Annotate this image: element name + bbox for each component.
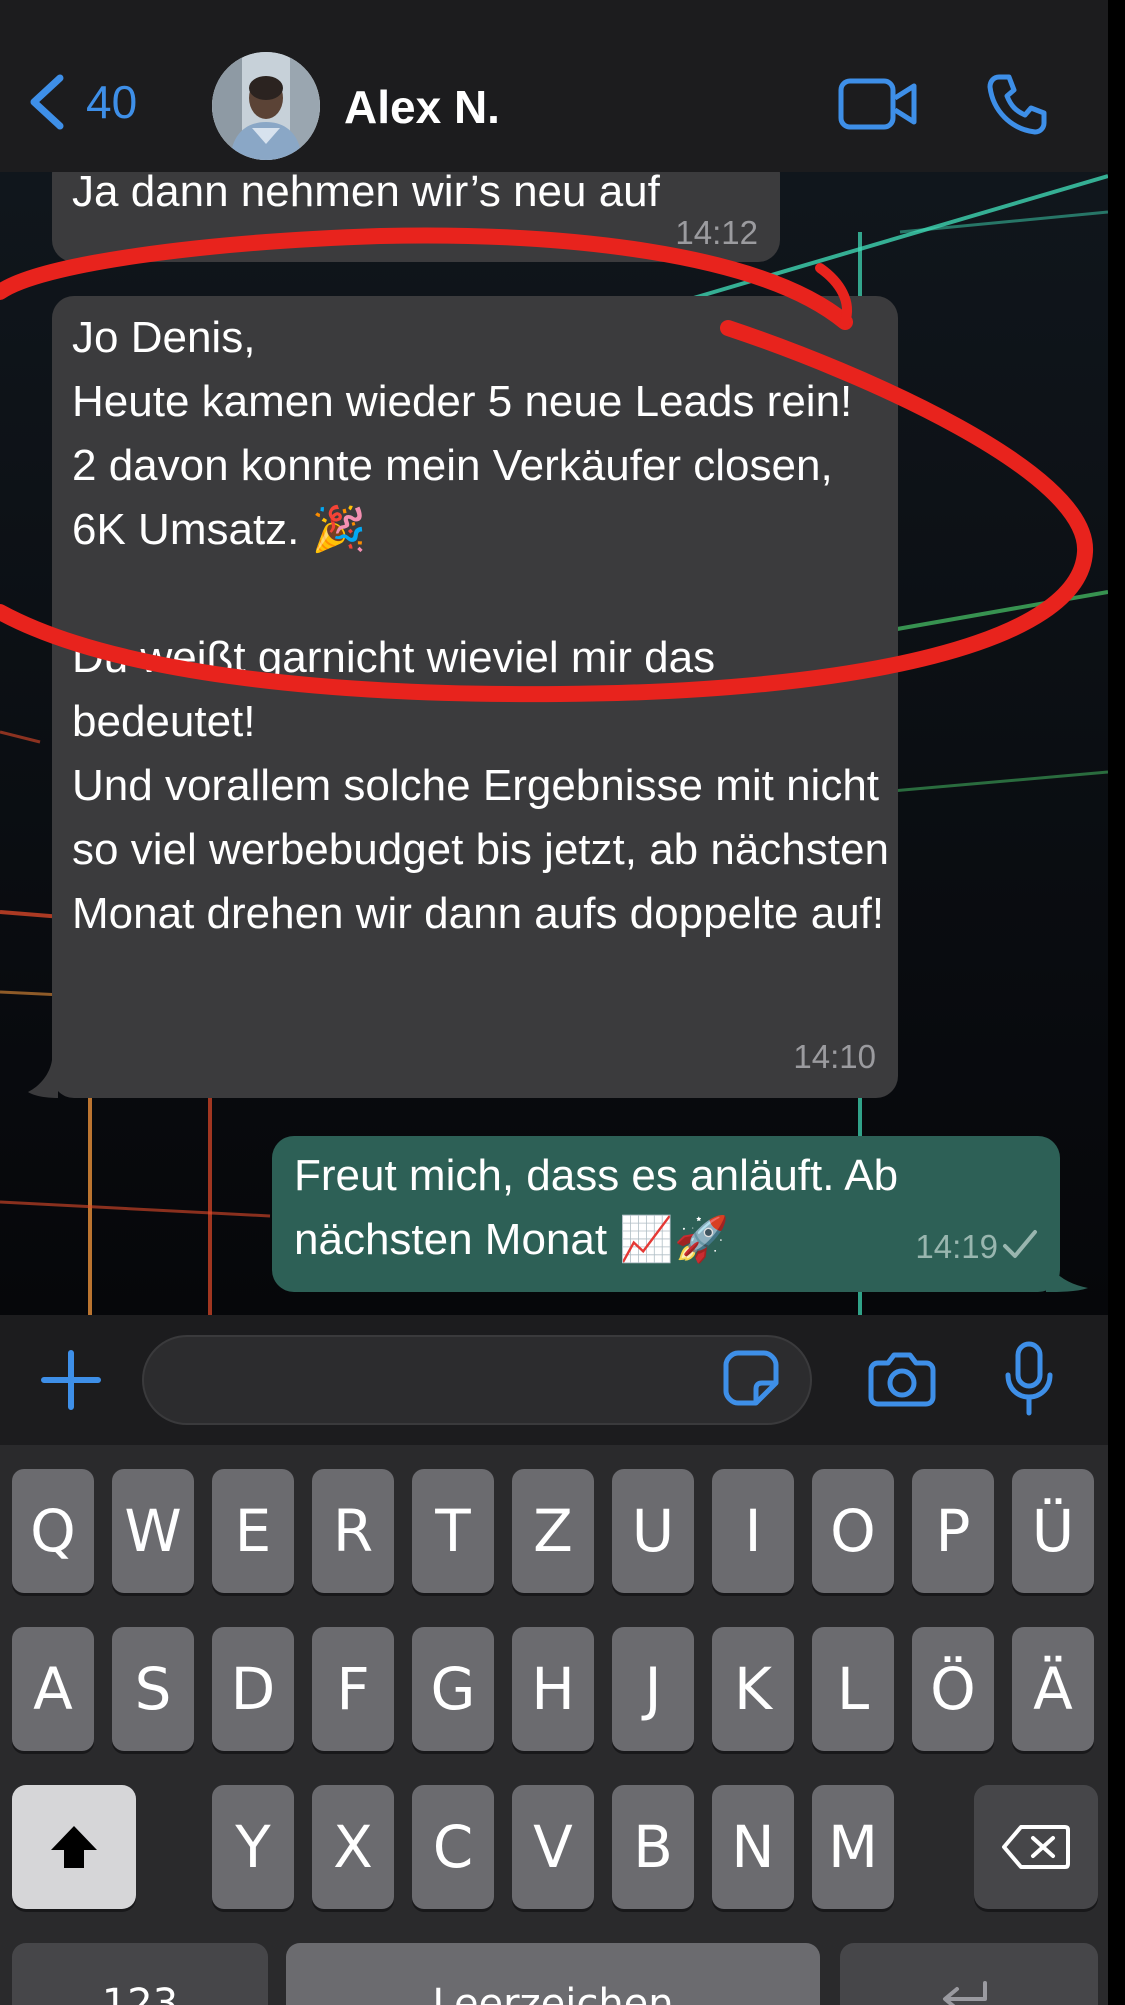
key-z[interactable]: Z xyxy=(512,1469,594,1593)
key-q[interactable]: Q xyxy=(12,1469,94,1593)
key-t[interactable]: T xyxy=(412,1469,494,1593)
key-b[interactable]: B xyxy=(612,1785,694,1909)
camera-icon xyxy=(868,1352,936,1407)
numbers-key[interactable]: 123 xyxy=(12,1943,268,2005)
contact-photo xyxy=(212,52,320,160)
message-time: 14:19 xyxy=(915,1228,998,1265)
key-n[interactable]: N xyxy=(712,1785,794,1909)
message-incoming[interactable]: Ja dann nehmen wir’s neu auf 14:12 xyxy=(52,172,780,262)
video-camera-icon xyxy=(838,78,917,130)
message-time: 14:10 xyxy=(793,1038,876,1075)
key-g[interactable]: G xyxy=(412,1627,494,1751)
key-i[interactable]: I xyxy=(712,1469,794,1593)
backspace-icon xyxy=(1002,1825,1070,1869)
return-arrow-icon xyxy=(943,1981,987,2005)
phone-icon xyxy=(987,74,1047,135)
sent-check-icon xyxy=(1003,1230,1037,1258)
unread-count: 40 xyxy=(86,76,138,128)
video-call-button[interactable] xyxy=(838,78,918,135)
key-x[interactable]: X xyxy=(312,1785,394,1909)
key-h[interactable]: H xyxy=(512,1627,594,1751)
key-e[interactable]: E xyxy=(212,1469,294,1593)
key-v[interactable]: V xyxy=(512,1785,594,1909)
bubble-tail xyxy=(28,1060,58,1098)
key-ue[interactable]: Ü xyxy=(1012,1469,1094,1593)
key-j[interactable]: J xyxy=(612,1627,694,1751)
key-c[interactable]: C xyxy=(412,1785,494,1909)
shift-arrow-icon xyxy=(51,1826,97,1868)
message-text: Ja dann nehmen wir’s neu auf xyxy=(72,172,660,216)
key-k[interactable]: K xyxy=(712,1627,794,1751)
key-o[interactable]: O xyxy=(812,1469,894,1593)
plus-icon xyxy=(41,1350,101,1410)
message-input[interactable] xyxy=(142,1335,812,1425)
key-u[interactable]: U xyxy=(612,1469,694,1593)
key-p[interactable]: P xyxy=(912,1469,994,1593)
bubble-tail xyxy=(1046,1258,1088,1292)
key-ae[interactable]: Ä xyxy=(1012,1627,1094,1751)
voice-call-button[interactable] xyxy=(985,72,1049,141)
key-l[interactable]: L xyxy=(812,1627,894,1751)
key-oe[interactable]: Ö xyxy=(912,1627,994,1751)
chevron-left-icon xyxy=(30,74,64,130)
screen-edge xyxy=(1108,0,1125,2005)
space-key[interactable]: Leerzeichen xyxy=(286,1943,820,2005)
camera-button[interactable] xyxy=(868,1351,936,1412)
key-f[interactable]: F xyxy=(312,1627,394,1751)
key-m[interactable]: M xyxy=(812,1785,894,1909)
shift-key[interactable] xyxy=(12,1785,136,1909)
keyboard: Q W E R T Z U I O P Ü A S D F G H J K L … xyxy=(0,1445,1108,2005)
key-a[interactable]: A xyxy=(12,1627,94,1751)
return-key[interactable] xyxy=(840,1943,1098,2005)
attach-button[interactable] xyxy=(40,1349,102,1416)
avatar[interactable] xyxy=(212,52,320,160)
microphone-button[interactable] xyxy=(1004,1341,1054,1422)
key-y[interactable]: Y xyxy=(212,1785,294,1909)
sticker-button[interactable] xyxy=(722,1349,780,1412)
chat-header: 40 Alex N. xyxy=(0,0,1125,172)
message-list[interactable]: Ja dann nehmen wir’s neu auf 14:12 Jo De… xyxy=(0,172,1108,1315)
message-incoming[interactable]: Jo Denis, Heute kamen wieder 5 neue Lead… xyxy=(52,296,898,1098)
key-d[interactable]: D xyxy=(212,1627,294,1751)
contact-name[interactable]: Alex N. xyxy=(344,80,500,134)
message-text: Jo Denis, Heute kamen wieder 5 neue Lead… xyxy=(72,313,889,938)
composer-bar xyxy=(0,1315,1108,1445)
sticker-icon xyxy=(723,1350,779,1406)
backspace-key[interactable] xyxy=(974,1785,1098,1909)
message-time: 14:12 xyxy=(675,214,758,251)
message-outgoing[interactable]: Freut mich, dass es anläuft. Ab nächsten… xyxy=(272,1136,1060,1292)
key-r[interactable]: R xyxy=(312,1469,394,1593)
back-button[interactable]: 40 xyxy=(24,72,137,132)
key-s[interactable]: S xyxy=(112,1627,194,1751)
key-w[interactable]: W xyxy=(112,1469,194,1593)
microphone-icon xyxy=(1005,1341,1053,1416)
